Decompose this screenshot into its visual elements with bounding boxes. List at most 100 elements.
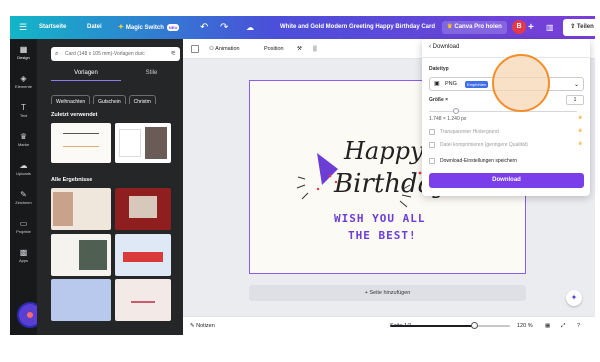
position-button[interactable]: Position: [264, 39, 284, 59]
style-painter-icon[interactable]: ⚒: [297, 39, 302, 59]
chip-voucher[interactable]: Gutschein: [93, 95, 126, 104]
cloud-sync-icon[interactable]: ☁: [246, 16, 254, 39]
transparent-bg-checkbox[interactable]: [429, 129, 435, 135]
text-icon: T: [21, 103, 26, 112]
rail-label: Text: [19, 113, 28, 118]
top-bar: ☰ Startseite Datei ✦ Magic Switch NEU ↶ ↷ …: [10, 16, 600, 39]
upload-icon: ⇪: [570, 24, 577, 30]
size-input[interactable]: 1: [566, 95, 584, 105]
help-icon[interactable]: ?: [577, 317, 580, 336]
rail-item-text[interactable]: T Text: [10, 103, 37, 118]
brand-icon: ♛: [19, 132, 28, 141]
image-icon: ▣: [434, 81, 440, 87]
draw-icon: ✎: [20, 190, 27, 199]
thumbnail-photo: [145, 127, 167, 159]
zoom-slider-track[interactable]: [474, 325, 510, 327]
zoom-level[interactable]: 120 %: [517, 317, 533, 336]
notes-button[interactable]: ✎ Notizen: [190, 317, 215, 336]
crown-icon: ♛: [578, 128, 583, 134]
bottom-bar: ✎ Notizen Seite 1/1 120 % ▦ ⤢ ?: [183, 316, 595, 335]
template-thumbnail[interactable]: [115, 279, 171, 321]
size-slider-handle[interactable]: [452, 108, 459, 114]
download-button[interactable]: Download: [429, 173, 584, 188]
template-thumbnail[interactable]: [51, 234, 111, 276]
tab-templates[interactable]: Vorlagen: [51, 67, 121, 81]
zoom-slider-handle[interactable]: [471, 322, 478, 329]
template-thumbnail[interactable]: [51, 188, 111, 230]
rail-item-uploads[interactable]: ☁ Uploads: [10, 161, 37, 176]
file-menu[interactable]: Datei: [87, 16, 102, 39]
magic-switch-label: Magic Switch: [125, 25, 164, 31]
fullscreen-icon[interactable]: ⤢: [561, 317, 565, 336]
folder-icon: ▭: [19, 219, 28, 228]
design-icon: ▦: [19, 45, 28, 54]
magic-assistant-icon[interactable]: ✦: [566, 290, 582, 306]
file-type-label: Dateityp: [429, 66, 449, 72]
undo-icon[interactable]: ↶: [200, 16, 208, 39]
save-settings-label: Download-Einstellungen speichern: [440, 158, 517, 164]
apps-icon: ▩: [19, 248, 28, 257]
upload-icon: ☁: [19, 161, 28, 170]
recent-template-thumbnail[interactable]: [51, 123, 111, 163]
size-label: Größe ×: [429, 97, 449, 103]
notification-dot: [27, 312, 33, 318]
rail-item-elements[interactable]: ◈ Elemente: [10, 74, 37, 89]
grid-view-icon[interactable]: ▦: [545, 317, 550, 336]
crown-icon: ♛: [578, 115, 583, 121]
transparent-bg-label: Transparenter Hintergrund: [440, 129, 499, 135]
magic-switch-button[interactable]: ✦ Magic Switch NEU: [118, 16, 180, 39]
tab-styles[interactable]: Stile: [123, 67, 180, 81]
search-placeholder: Card (148 x 105 mm)-Vorlagen durc: [65, 51, 145, 57]
thumbnail-art: [119, 129, 141, 157]
recommended-badge: Empfohlen: [465, 81, 489, 88]
notes-label: Notizen: [196, 323, 215, 329]
template-thumbnail[interactable]: [115, 188, 171, 230]
size-slider-track[interactable]: [429, 111, 577, 112]
document-title[interactable]: White and Gold Modern Greeting Happy Bir…: [280, 16, 435, 39]
download-panel-title: Download: [432, 44, 460, 50]
menu-icon[interactable]: ☰: [18, 16, 28, 39]
select-checkbox[interactable]: [191, 45, 199, 53]
card-happy-text: Happy: [344, 137, 424, 165]
card-wish-text: WISH YOU ALL: [334, 212, 426, 225]
template-thumbnail[interactable]: [115, 234, 171, 276]
add-page-button[interactable]: + Seite hinzufügen: [249, 285, 526, 301]
share-button[interactable]: ⇪ Teilen: [563, 19, 600, 36]
templates-panel: ⌕ Card (148 x 105 mm)-Vorlagen durc ⚟ Vo…: [37, 39, 183, 335]
zoom-slider-filled[interactable]: [390, 325, 474, 327]
home-button[interactable]: Startseite: [39, 16, 66, 39]
recent-section-title: Zuletzt verwendet: [51, 112, 98, 118]
template-search-input[interactable]: ⌕ Card (148 x 105 mm)-Vorlagen durc ⚟: [51, 47, 180, 61]
compress-label: Datei komprimieren (geringere Qualität): [440, 142, 528, 148]
transparency-icon[interactable]: ▒: [313, 39, 317, 59]
template-thumbnail[interactable]: [51, 279, 111, 321]
category-chips: Weihnachten Gutschein Christm: [51, 90, 181, 104]
rail-item-apps[interactable]: ▩ Apps: [10, 248, 37, 263]
rail-label: Projekte: [16, 229, 31, 234]
canva-editor: { "topbar": { "home": "Startseite", "fil…: [0, 0, 600, 362]
rail-item-brand[interactable]: ♛ Marke: [10, 132, 37, 147]
rail-label: Marke: [17, 142, 30, 147]
panel-tabs: Vorlagen Stile: [51, 67, 180, 81]
rail-item-draw[interactable]: ✎ Zeichnen: [10, 190, 37, 205]
recent-template-thumbnail[interactable]: [115, 123, 171, 163]
chip-christmas[interactable]: Weihnachten: [51, 95, 91, 104]
save-settings-checkbox[interactable]: [429, 158, 435, 164]
chip-christmas-en[interactable]: Christm: [128, 95, 156, 104]
thumbnail-photo: [79, 240, 107, 270]
left-rail: ▦ Design ◈ Elemente T Text ♛ Marke ☁ Uploads …: [10, 39, 41, 335]
redo-icon[interactable]: ↷: [220, 16, 228, 39]
avatar[interactable]: B: [512, 20, 526, 34]
canva-pro-button[interactable]: ♛ Canva Pro holen: [442, 21, 507, 34]
search-icon: ⌕: [55, 51, 59, 57]
insights-icon[interactable]: ▥: [546, 16, 554, 39]
thumbnail-art: [131, 291, 155, 303]
rail-item-projects[interactable]: ▭ Projekte: [10, 219, 37, 234]
filter-icon[interactable]: ⚟: [171, 47, 176, 61]
crown-icon: ♛: [578, 141, 583, 147]
rail-item-design[interactable]: ▦ Design: [10, 45, 37, 60]
add-collaborator-icon[interactable]: +: [528, 16, 534, 39]
compress-checkbox[interactable]: [429, 142, 435, 148]
chevron-down-icon: ⌄: [573, 82, 579, 88]
animation-button[interactable]: ⚇ Animation: [209, 39, 240, 59]
